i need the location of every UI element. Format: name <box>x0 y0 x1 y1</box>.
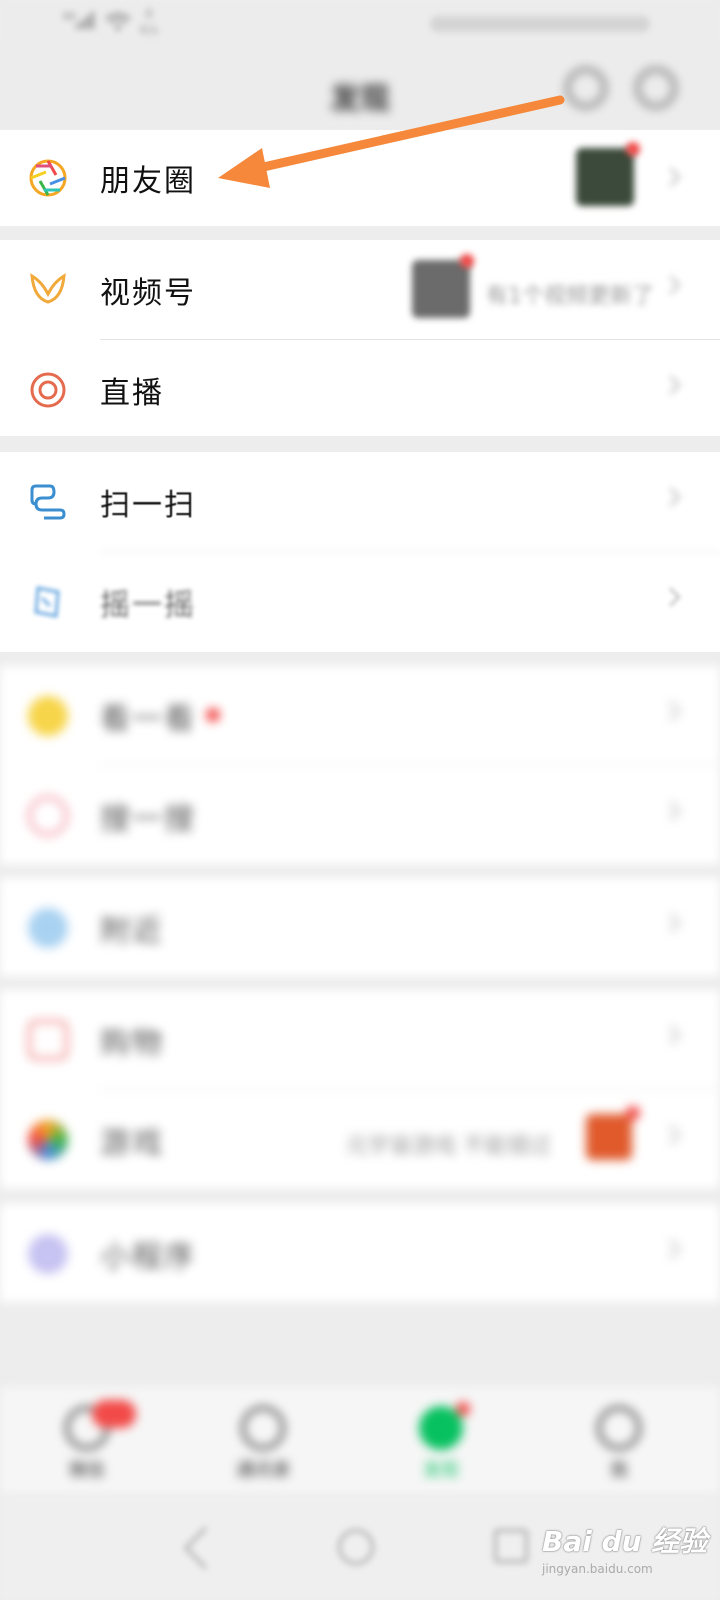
chevron-right-icon <box>661 701 681 721</box>
plus-circle-icon[interactable] <box>636 68 676 108</box>
group-nearby: 附近 <box>0 878 720 976</box>
speed-value: 8 <box>145 7 153 21</box>
channels-butterfly-icon <box>30 273 66 304</box>
nearby-label: 附近 <box>100 914 164 949</box>
games-promo-text: 元宇宙游戏 不能错过 <box>346 1134 551 1159</box>
shopping-bag-icon <box>28 1020 68 1060</box>
page-title: 发现 <box>330 82 390 117</box>
mini-program-icon <box>28 1234 68 1274</box>
list-item-moments[interactable]: 朋友圈 <box>0 130 720 226</box>
look-label: 看一看 <box>100 702 196 737</box>
top-header: 发现 <box>0 50 720 130</box>
shake-icon <box>34 586 60 618</box>
wifi-icon <box>105 12 131 31</box>
scan-label: 扫一扫 <box>100 488 196 523</box>
channels-red-dot <box>460 254 474 268</box>
group-look-search: 看一看 搜一搜 <box>0 666 720 864</box>
game-icon <box>28 1120 68 1160</box>
me-icon <box>597 1406 641 1450</box>
look-red-dot <box>206 708 220 722</box>
back-icon[interactable] <box>183 1526 227 1570</box>
tab-discover[interactable]: 发现 <box>396 1402 486 1482</box>
games-label: 游戏 <box>100 1126 164 1161</box>
search-label: 搜一搜 <box>100 802 196 837</box>
chevron-right-icon <box>661 587 681 607</box>
nearby-icon <box>28 908 68 948</box>
tab-me-label: 我 <box>610 1460 628 1481</box>
speed-unit: K/s <box>140 23 159 37</box>
live-label: 直播 <box>100 376 164 411</box>
channels-label: 视频号 <box>100 276 196 311</box>
moments-red-dot <box>626 142 640 156</box>
chevron-right-icon <box>661 1239 681 1259</box>
group-shopping-games: 购物 游戏 元宇宙游戏 不能错过 <box>0 990 720 1188</box>
watermark-brand: Bai du 经验 <box>542 1525 708 1558</box>
tab-chats-label: 微信 <box>69 1460 105 1481</box>
list-item-live[interactable]: 直播 <box>0 340 720 440</box>
status-icons-right <box>430 16 650 32</box>
tab-me[interactable]: 我 <box>574 1406 664 1482</box>
recent-apps-icon[interactable] <box>494 1529 528 1563</box>
signal-icon <box>76 12 94 29</box>
chevron-right-icon <box>661 275 681 295</box>
list-item-shopping[interactable]: 购物 <box>0 990 720 1090</box>
tab-contacts-label: 通讯录 <box>236 1460 290 1481</box>
group-channels-live: 视频号 有1个视频更新了 直播 <box>0 240 720 436</box>
chevron-right-icon <box>661 167 681 187</box>
tab-contacts[interactable]: 通讯录 <box>218 1406 308 1482</box>
live-ring-icon <box>30 372 66 408</box>
channels-thumbnail <box>412 260 470 318</box>
contacts-icon <box>241 1406 285 1450</box>
list-item-nearby[interactable]: 附近 <box>0 878 720 978</box>
look-icon <box>28 696 68 736</box>
bottom-tab-bar: 微信 通讯录 发现 我 <box>0 1385 720 1495</box>
mini-program-label: 小程序 <box>100 1240 196 1275</box>
watermark: Bai du 经验 jingyan.baidu.com <box>542 1520 707 1576</box>
list-item-search[interactable]: 搜一搜 <box>0 766 720 866</box>
chevron-right-icon <box>661 801 681 821</box>
list-item-mini-program[interactable]: 小程序 <box>0 1204 720 1304</box>
network-speed: 8 K/s <box>140 6 158 38</box>
discover-red-dot <box>456 1402 470 1416</box>
chevron-right-icon <box>661 1125 681 1145</box>
shopping-label: 购物 <box>100 1026 164 1061</box>
channels-update-text: 有1个视频更新了 <box>486 284 654 309</box>
list-item-look[interactable]: 看一看 <box>0 666 720 766</box>
games-red-dot <box>626 1106 640 1120</box>
tab-chats[interactable]: 微信 <box>42 1400 136 1482</box>
network-type: 46 <box>62 10 76 23</box>
chevron-right-icon <box>661 1025 681 1045</box>
shake-label: 摇一摇 <box>100 588 196 623</box>
list-item-games[interactable]: 游戏 元宇宙游戏 不能错过 <box>0 1090 720 1190</box>
tab-discover-label: 发现 <box>423 1460 459 1481</box>
moments-aperture-icon <box>29 159 67 197</box>
list-item-channels[interactable]: 视频号 有1个视频更新了 <box>0 240 720 340</box>
list-item-scan[interactable]: 扫一扫 <box>0 452 720 552</box>
group-moments: 朋友圈 <box>0 130 720 226</box>
chevron-right-icon <box>661 375 681 395</box>
group-mini-program: 小程序 <box>0 1204 720 1302</box>
home-icon[interactable] <box>338 1529 374 1565</box>
group-scan-shake: 扫一扫 摇一摇 <box>0 452 720 652</box>
moments-thumbnail <box>576 148 634 206</box>
watermark-url: jingyan.baidu.com <box>542 1562 653 1576</box>
scan-icon <box>30 484 66 520</box>
search-icon[interactable] <box>566 68 606 108</box>
moments-label: 朋友圈 <box>100 164 196 199</box>
search-star-icon <box>28 796 68 836</box>
chevron-right-icon <box>661 913 681 933</box>
games-thumbnail <box>586 1114 632 1160</box>
list-item-shake[interactable]: 摇一摇 <box>0 552 720 652</box>
status-bar: 46 8 K/s <box>0 0 720 50</box>
unread-badge <box>92 1400 136 1428</box>
chevron-right-icon <box>661 487 681 507</box>
